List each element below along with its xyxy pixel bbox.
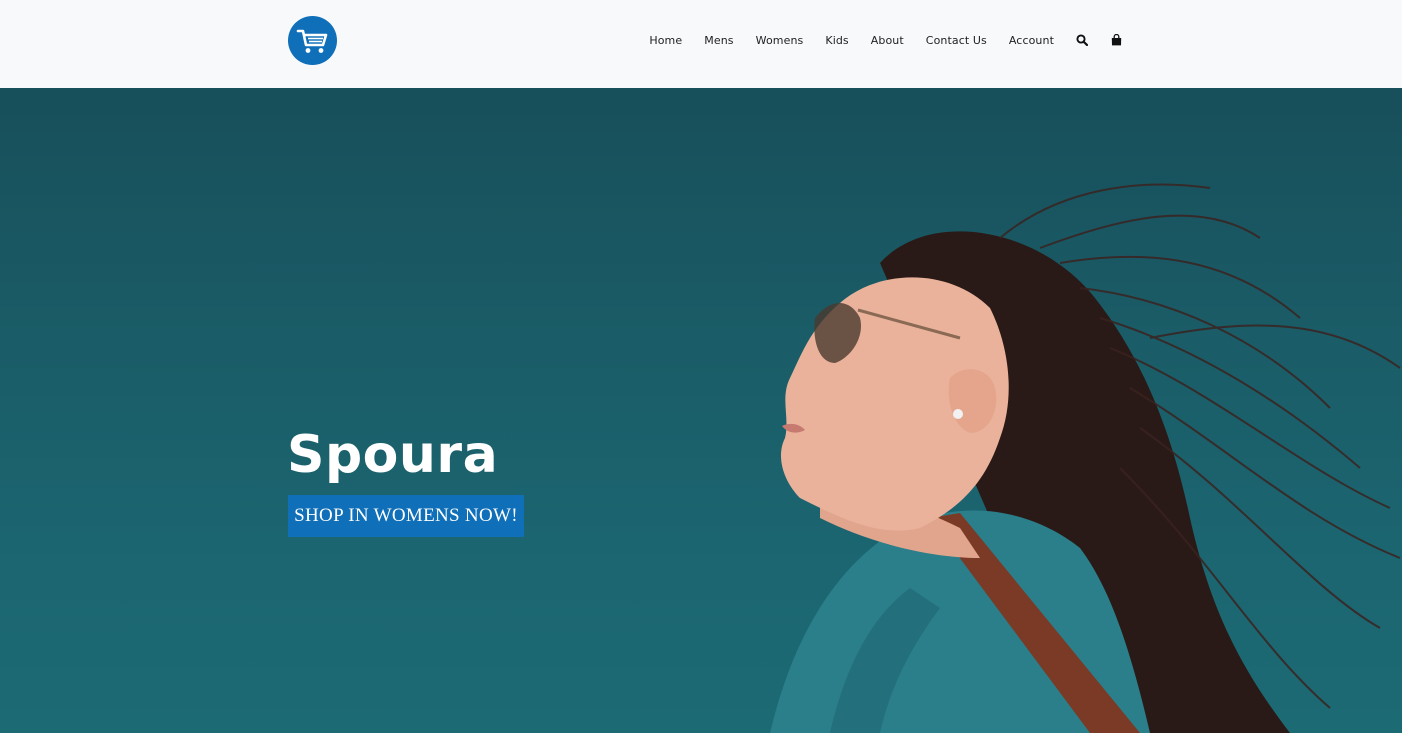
nav-mens[interactable]: Mens — [704, 34, 733, 47]
hero-photo-woman — [770, 183, 1401, 733]
site-header: Home Mens Womens Kids About Contact Us A… — [0, 0, 1402, 88]
nav-womens[interactable]: Womens — [756, 34, 804, 47]
hero-banner: Spoura SHOP IN WOMENS NOW! — [0, 88, 1402, 733]
hero-title: Spoura — [287, 425, 499, 485]
nav-about[interactable]: About — [871, 34, 904, 47]
nav-account[interactable]: Account — [1009, 34, 1054, 47]
nav-contact-us[interactable]: Contact Us — [926, 34, 987, 47]
nav-home[interactable]: Home — [649, 34, 682, 47]
main-nav: Home Mens Womens Kids About Contact Us A… — [627, 30, 1122, 50]
nav-kids[interactable]: Kids — [825, 34, 848, 47]
shop-womens-button[interactable]: SHOP IN WOMENS NOW! — [288, 495, 524, 537]
search-icon[interactable] — [1076, 34, 1088, 46]
logo[interactable] — [288, 16, 337, 65]
shopping-cart-icon — [296, 29, 327, 53]
shopping-bag-icon[interactable] — [1110, 34, 1122, 46]
